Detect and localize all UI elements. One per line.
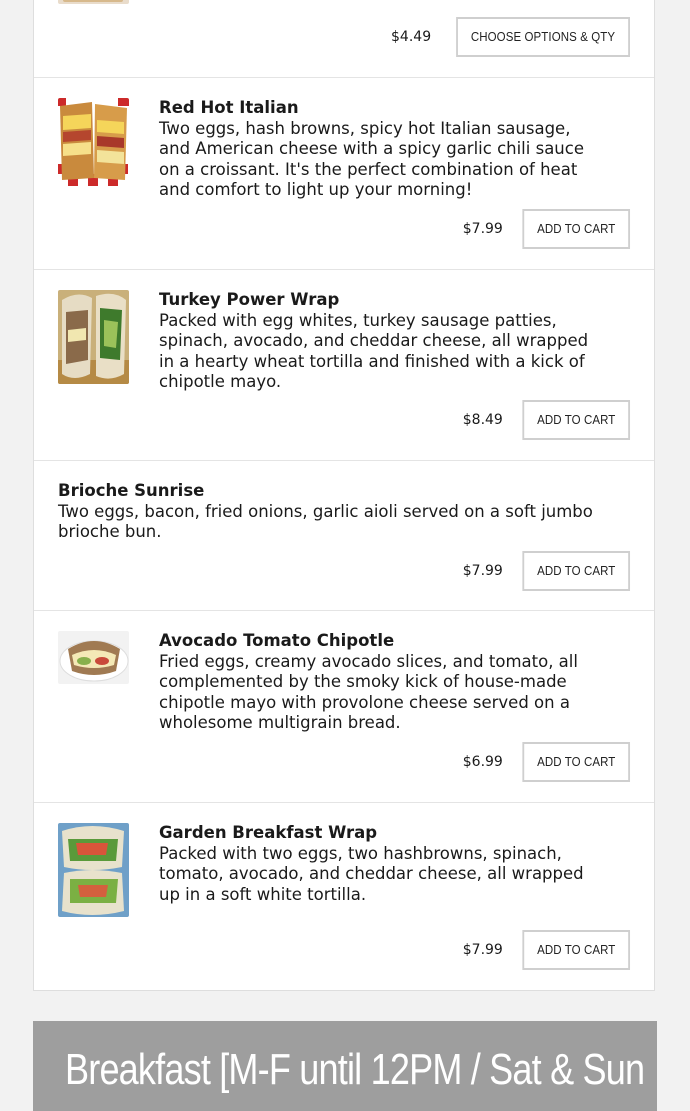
item-description: Two eggs, bacon, fried onions, garlic ai…	[58, 501, 593, 542]
sandwich-photo[interactable]	[58, 0, 129, 4]
item-price: $6.99	[462, 754, 503, 770]
item-price: $7.99	[462, 221, 503, 237]
item-title[interactable]: Brioche Sunrise	[58, 481, 598, 502]
menu-item: $4.49 CHOOSE OPTIONS & QTY	[34, 0, 654, 78]
item-description: Fried eggs, creamy avocado slices, and t…	[159, 651, 578, 733]
item-title[interactable]: Red Hot Italian	[159, 98, 589, 119]
croissant-sandwich-photo[interactable]	[58, 98, 129, 186]
price-row: $7.99 ADD TO CART	[463, 930, 630, 970]
item-title[interactable]: Garden Breakfast Wrap	[159, 823, 589, 844]
choose-options-button[interactable]: CHOOSE OPTIONS & QTY	[456, 17, 630, 57]
item-price: $7.99	[462, 563, 503, 579]
item-description: Packed with egg whites, turkey sausage p…	[159, 310, 589, 392]
menu-item: Garden Breakfast Wrap Packed with two eg…	[34, 803, 654, 990]
item-text: Turkey Power Wrap Packed with egg whites…	[159, 290, 589, 393]
item-text: Brioche Sunrise Two eggs, bacon, fried o…	[58, 481, 598, 543]
item-title[interactable]: Avocado Tomato Chipotle	[159, 631, 589, 652]
price-row: $6.99 ADD TO CART	[463, 742, 630, 782]
price-row: $4.49 CHOOSE OPTIONS & QTY	[391, 17, 630, 57]
category-header: Breakfast [M-F until 12PM / Sat & Sun	[33, 1021, 657, 1111]
add-to-cart-button[interactable]: ADD TO CART	[522, 930, 630, 970]
item-description: Packed with two eggs, two hashbrowns, sp…	[159, 843, 584, 904]
menu-item: Turkey Power Wrap Packed with egg whites…	[34, 270, 654, 461]
item-description: Two eggs, hash browns, spicy hot Italian…	[159, 118, 584, 200]
menu-item: Red Hot Italian Two eggs, hash browns, s…	[34, 78, 654, 270]
add-to-cart-button[interactable]: ADD TO CART	[522, 551, 630, 591]
price-row: $7.99 ADD TO CART	[463, 551, 630, 591]
veggie-wrap-photo[interactable]	[58, 823, 129, 917]
category-title: Breakfast [M-F until 12PM / Sat & Sun	[65, 1045, 645, 1094]
item-text: Red Hot Italian Two eggs, hash browns, s…	[159, 98, 589, 201]
add-to-cart-button[interactable]: ADD TO CART	[522, 742, 630, 782]
price-row: $8.49 ADD TO CART	[463, 400, 630, 440]
item-text: Avocado Tomato Chipotle Fried eggs, crea…	[159, 631, 589, 734]
item-text: Garden Breakfast Wrap Packed with two eg…	[159, 823, 589, 905]
item-price: $8.49	[462, 412, 503, 428]
item-price: $4.49	[391, 29, 432, 45]
menu-item-list: $4.49 CHOOSE OPTIONS & QTY Red Hot Itali…	[33, 0, 655, 991]
add-to-cart-button[interactable]: ADD TO CART	[522, 400, 630, 440]
add-to-cart-button[interactable]: ADD TO CART	[522, 209, 630, 249]
wrap-photo[interactable]	[58, 290, 129, 384]
menu-item: Avocado Tomato Chipotle Fried eggs, crea…	[34, 611, 654, 803]
item-title[interactable]: Turkey Power Wrap	[159, 290, 589, 311]
menu-item: Brioche Sunrise Two eggs, bacon, fried o…	[34, 461, 654, 611]
price-row: $7.99 ADD TO CART	[463, 209, 630, 249]
item-price: $7.99	[462, 942, 503, 958]
multigrain-sandwich-photo[interactable]	[58, 631, 129, 684]
